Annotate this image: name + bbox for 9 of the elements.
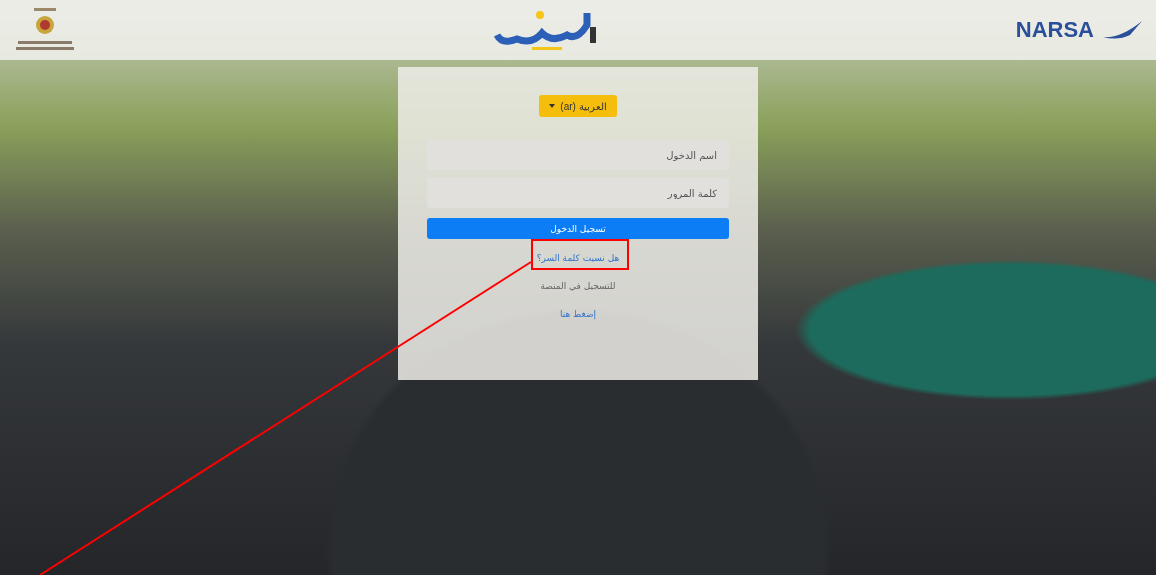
language-button[interactable]: العربية (ar) (539, 95, 617, 117)
logo-text: NARSA (1015, 17, 1094, 43)
register-link[interactable]: إضغط هنا (559, 309, 597, 319)
forgot-password-link[interactable]: هل نسيت كلمة السر؟ (536, 253, 620, 263)
password-field[interactable]: كلمة المرور (427, 178, 729, 208)
login-button[interactable]: تسجيل الدخول (427, 218, 729, 239)
username-field[interactable]: اسم الدخول (427, 140, 729, 170)
caret-icon (549, 104, 556, 108)
register-text: للتسجيل في المنصة (540, 281, 616, 291)
